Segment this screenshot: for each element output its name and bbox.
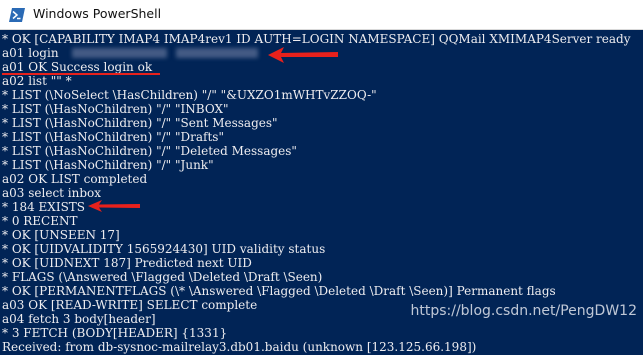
powershell-window: Windows PowerShell * OK [CAPABILITY IMAP… (0, 0, 643, 355)
window-title: Windows PowerShell (33, 6, 162, 21)
console-line: * OK [UNSEEN 17] (2, 228, 120, 242)
console-line: * OK [CAPABILITY IMAP4 IMAP4rev1 ID AUTH… (2, 32, 631, 46)
console-line: a02 list "" * (2, 74, 72, 88)
red-arrow-icon (88, 200, 140, 212)
console-line: * LIST (\NoSelect \HasChildren) "/" "&UX… (2, 88, 377, 102)
powershell-icon (9, 8, 25, 22)
console-line: a01 login (2, 46, 59, 60)
title-bar[interactable]: Windows PowerShell (0, 0, 643, 30)
console-line: * LIST (\HasNoChildren) "/" "Drafts" (2, 130, 224, 144)
console-line: * FLAGS (\Answered \Flagged \Deleted \Dr… (2, 270, 323, 284)
console-line: * OK [PERMANENTFLAGS (\* \Answered \Flag… (2, 284, 556, 298)
console-line: * OK [UIDVALIDITY 1565924430] UID validi… (2, 242, 326, 256)
console-line: * 3 FETCH (BODY[HEADER] {1331} (2, 326, 228, 340)
console-line: Received: from db-sysnoc-mailrelay3.db01… (2, 340, 477, 354)
console-line: * LIST (\HasNoChildren) "/" "Sent Messag… (2, 116, 278, 130)
console-line: * OK [UIDNEXT 187] Predicted next UID (2, 256, 252, 270)
console-line: * 0 RECENT (2, 214, 78, 228)
redacted-password (176, 48, 258, 58)
console-line: a03 OK [READ-WRITE] SELECT complete (2, 298, 258, 312)
red-arrow-icon (268, 47, 338, 63)
console-line: a03 select inbox (2, 186, 102, 200)
console-line: a02 OK LIST completed (2, 172, 148, 186)
console-line: a04 fetch 3 body[header] (2, 312, 156, 326)
console-line: * LIST (\HasNoChildren) "/" "Deleted Mes… (2, 144, 297, 158)
redacted-username (72, 48, 167, 58)
console-line: * 184 EXISTS (2, 200, 86, 214)
console-line: * LIST (\HasNoChildren) "/" "Junk" (2, 158, 214, 172)
red-underline (2, 73, 160, 75)
console-line: a01 OK Success login ok (2, 60, 153, 74)
watermark: https://blog.csdn.net/PengDW12 (410, 303, 637, 319)
console-line: * LIST (\HasNoChildren) "/" "INBOX" (2, 102, 229, 116)
